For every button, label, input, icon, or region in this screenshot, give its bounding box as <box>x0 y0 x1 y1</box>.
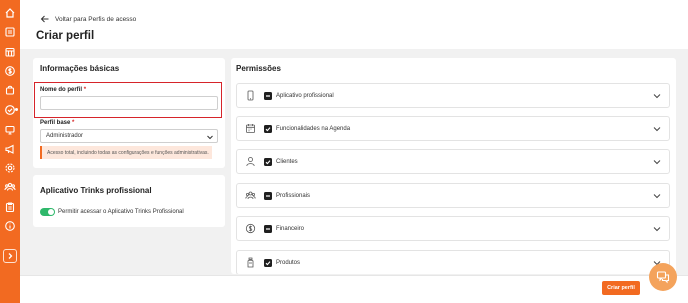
base-profile-label: Perfil base * <box>40 120 74 126</box>
chevron-down-icon <box>207 135 213 140</box>
app-access-toggle[interactable] <box>40 208 55 216</box>
back-link-label: Voltar para Perfis de acesso <box>55 15 137 23</box>
footer-bar: Criar perfil <box>20 275 688 303</box>
dollar-icon <box>245 223 256 234</box>
chevron-right-icon[interactable] <box>3 249 17 263</box>
checked-checkbox[interactable] <box>264 259 272 267</box>
permission-row-clients[interactable]: Clientes <box>236 149 670 174</box>
team-icon <box>245 190 256 201</box>
toggle-knob <box>48 209 54 215</box>
clipboard-icon[interactable] <box>4 201 16 213</box>
back-link[interactable]: Voltar para Perfis de acesso <box>40 14 136 24</box>
base-profile-label-text: Perfil base <box>40 120 71 126</box>
arrow-left-icon <box>40 15 49 23</box>
partial-checkbox[interactable] <box>264 92 272 100</box>
basic-info-title: Informações básicas <box>40 64 120 73</box>
permission-label: Aplicativo profissional <box>276 93 334 99</box>
profile-name-label-text: Nome do perfil <box>40 87 83 93</box>
permissions-title: Permissões <box>236 64 281 73</box>
create-profile-button[interactable]: Criar perfil <box>602 281 640 295</box>
calendar-grid-icon[interactable] <box>4 46 16 58</box>
app-access-toggle-label: Permitir acessar o Aplicativo Trinks Pro… <box>58 208 184 215</box>
base-profile-select[interactable]: Administrador <box>40 129 218 143</box>
profile-name-input[interactable] <box>40 96 218 110</box>
base-profile-selected: Administrador <box>46 133 84 139</box>
users-icon[interactable] <box>4 181 16 193</box>
chat-icon <box>656 271 670 284</box>
warning-message: Acesso total, incluindo todas as configu… <box>40 146 212 159</box>
permission-row-professionals[interactable]: Profissionais <box>236 183 670 208</box>
permission-row-app[interactable]: Aplicativo profissional <box>236 83 670 108</box>
dollar-icon[interactable] <box>4 65 16 77</box>
partial-checkbox[interactable] <box>264 192 272 200</box>
sidebar <box>0 0 20 303</box>
permissions-card: Permissões Aplicativo profissional Funci… <box>231 58 676 274</box>
chevron-down-icon <box>652 157 662 167</box>
megaphone-icon[interactable] <box>4 143 16 155</box>
chevron-down-icon <box>652 191 662 201</box>
permission-label: Financeiro <box>276 226 305 232</box>
permission-label: Produtos <box>276 260 301 266</box>
required-mark: * <box>83 87 87 93</box>
checked-checkbox[interactable] <box>264 158 272 166</box>
bottle-icon <box>245 257 256 268</box>
gear-icon[interactable] <box>4 162 16 174</box>
chevron-down-icon <box>652 124 662 134</box>
permission-label: Profissionais <box>276 193 311 199</box>
permission-row-products[interactable]: Produtos <box>236 250 670 274</box>
info-icon[interactable] <box>4 220 16 232</box>
required-mark: * <box>72 120 75 126</box>
chevron-down-icon <box>652 224 662 234</box>
page-header: Voltar para Perfis de acesso Criar perfi… <box>20 0 688 49</box>
permission-label: Clientes <box>276 159 298 165</box>
permission-row-agenda[interactable]: Funcionalidades na Agenda <box>236 116 670 141</box>
bag-icon[interactable] <box>4 84 16 96</box>
app-card-title: Aplicativo Trinks profissional <box>40 186 152 195</box>
monitor-icon[interactable] <box>4 124 16 136</box>
user-icon <box>245 156 256 167</box>
partial-checkbox[interactable] <box>264 225 272 233</box>
permission-row-financial[interactable]: Financeiro <box>236 216 670 241</box>
chevron-down-icon <box>652 91 662 101</box>
profile-name-label: Nome do perfil * <box>40 87 86 93</box>
active-indicator <box>15 108 18 111</box>
app-card <box>33 175 225 227</box>
permission-label: Funcionalidades na Agenda <box>276 126 351 132</box>
calendar-icon <box>245 123 256 134</box>
warning-text: Acesso total, incluindo todas as configu… <box>47 149 209 156</box>
page-title: Criar perfil <box>36 30 95 42</box>
checked-checkbox[interactable] <box>264 125 272 133</box>
smartphone-icon <box>245 90 256 101</box>
catalog-icon[interactable] <box>4 26 16 38</box>
chat-button[interactable] <box>649 263 677 291</box>
home-icon[interactable] <box>4 7 16 19</box>
